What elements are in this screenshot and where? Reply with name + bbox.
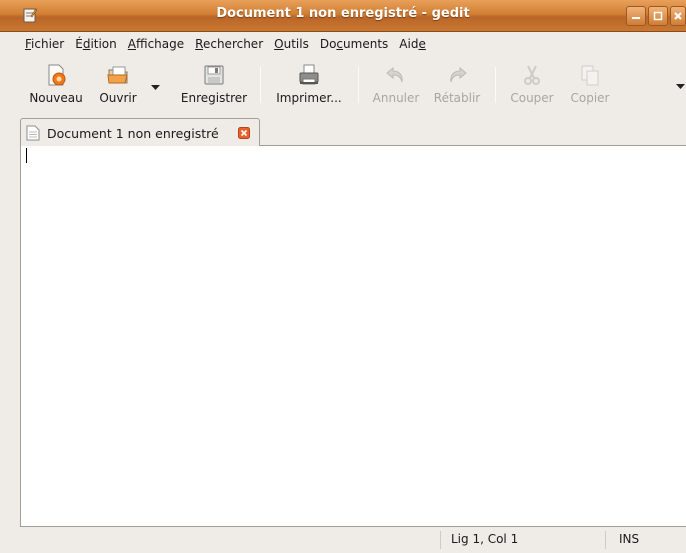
scissors-icon (524, 65, 540, 85)
cut-label: Couper (510, 91, 554, 105)
menu-outils[interactable]: Outils (274, 37, 315, 51)
menu-edition[interactable]: Édition (75, 37, 123, 51)
status-separator (440, 531, 441, 549)
tab-document-1[interactable]: Document 1 non enregistré (20, 118, 260, 147)
print-label: Imprimer... (276, 91, 342, 105)
toolbar-overflow-arrow-icon[interactable] (676, 84, 685, 90)
cursor-position: Lig 1, Col 1 (451, 532, 519, 546)
title-bar[interactable]: Document 1 non enregistré - gedit (0, 0, 686, 32)
save-button[interactable]: Enregistrer (174, 57, 254, 115)
redo-button[interactable]: Rétablir (428, 57, 486, 115)
menu-fichier[interactable]: Fichier (25, 37, 70, 51)
close-icon (674, 12, 682, 20)
menu-rechercher[interactable]: Rechercher (195, 37, 269, 51)
undo-icon (386, 66, 403, 83)
copy-label: Copier (570, 91, 610, 105)
undo-label: Annuler (372, 91, 420, 105)
close-window-button[interactable] (670, 6, 686, 26)
redo-label: Rétablir (433, 91, 481, 105)
menu-aide[interactable]: Aide (399, 37, 432, 51)
minimize-icon (632, 17, 640, 19)
text-document-icon (26, 125, 40, 141)
redo-icon (450, 66, 467, 83)
toolbar-separator (495, 67, 496, 103)
text-cursor (26, 148, 27, 163)
new-document-icon (48, 64, 66, 86)
maximize-button[interactable] (648, 6, 668, 26)
printer-icon (299, 64, 319, 85)
cut-button[interactable]: Couper (504, 57, 560, 115)
status-bar: Lig 1, Col 1 INS (20, 527, 686, 553)
menu-bar: Fichier Édition Affichage Rechercher Out… (0, 32, 686, 56)
copy-icon (581, 65, 599, 86)
print-button[interactable]: Imprimer... (270, 57, 348, 115)
tab-label: Document 1 non enregistré (47, 125, 219, 141)
save-icon (204, 65, 224, 85)
toolbar-separator (358, 67, 359, 103)
open-label: Ouvrir (99, 91, 137, 105)
toolbar: Nouveau Ouvrir Enregistrer Imprimer... A… (0, 57, 686, 117)
document-tabs: Document 1 non enregistré (20, 118, 686, 147)
toolbar-separator (260, 67, 261, 103)
insert-mode: INS (619, 532, 640, 546)
window-title: Document 1 non enregistré - gedit (216, 6, 470, 21)
open-folder-icon (107, 66, 128, 84)
menu-affichage[interactable]: Affichage (128, 37, 190, 51)
minimize-button[interactable] (626, 6, 646, 26)
new-label: Nouveau (29, 91, 83, 105)
open-button[interactable]: Ouvrir (96, 57, 140, 115)
save-label: Enregistrer (180, 91, 248, 105)
maximize-icon (653, 11, 663, 21)
tab-close-icon[interactable] (238, 127, 250, 139)
new-button[interactable]: Nouveau (24, 57, 88, 115)
text-editor[interactable] (20, 146, 686, 527)
menu-documents[interactable]: Documents (320, 37, 394, 51)
status-separator (605, 531, 606, 549)
undo-button[interactable]: Annuler (368, 57, 424, 115)
recent-files-arrow-icon[interactable] (151, 85, 160, 91)
copy-button[interactable]: Copier (564, 57, 616, 115)
